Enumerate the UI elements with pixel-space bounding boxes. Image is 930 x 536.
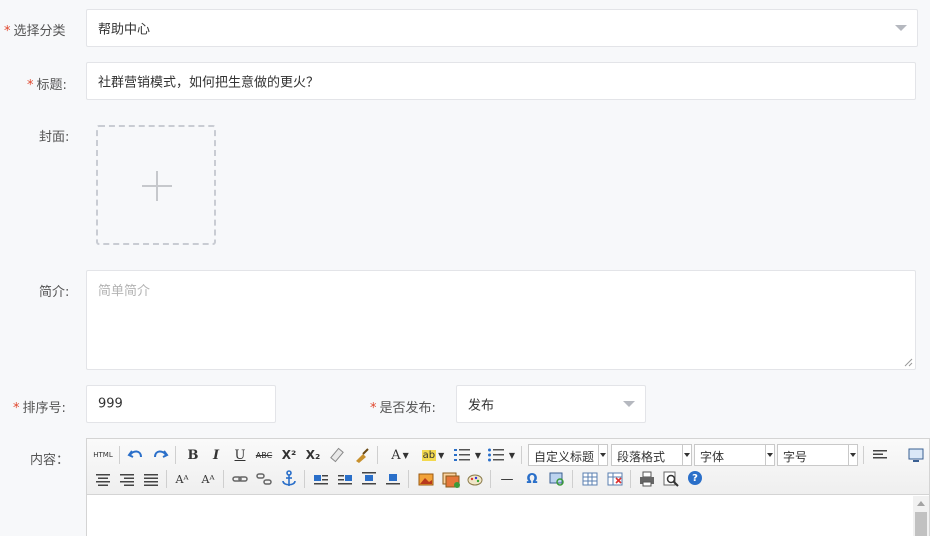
- chevron-down-icon: [598, 445, 607, 465]
- help-icon[interactable]: ?: [688, 471, 702, 485]
- strikethrough-button[interactable]: ABC: [254, 445, 274, 465]
- fullscreen-icon[interactable]: [907, 445, 925, 465]
- scrollbar-thumb[interactable]: [915, 512, 927, 536]
- title-input-value: 社群营销模式，如何把生意做的更火？: [98, 75, 320, 91]
- eraser-icon[interactable]: [329, 445, 347, 465]
- intro-placeholder: 简单简介: [98, 284, 151, 299]
- search-replace-icon[interactable]: [548, 469, 566, 489]
- paragraph-format-select[interactable]: 段落格式: [611, 444, 692, 466]
- underline-button[interactable]: U: [232, 445, 248, 465]
- chevron-down-icon: [765, 445, 774, 465]
- toolbar-separator: [490, 470, 491, 488]
- toolbar-separator: [863, 446, 864, 464]
- italic-button[interactable]: I: [208, 445, 224, 465]
- link-icon[interactable]: [231, 469, 249, 489]
- plus-icon-vertical: [156, 171, 158, 201]
- intro-label: 简介:: [39, 285, 70, 300]
- chevron-down-icon: [848, 445, 857, 465]
- chevron-down-icon: [623, 401, 635, 407]
- intro-textarea[interactable]: 简单简介: [86, 270, 916, 370]
- publish-label: * 是否发布:: [370, 401, 436, 416]
- title-input[interactable]: 社群营销模式，如何把生意做的更火？: [86, 62, 916, 100]
- sort-input[interactable]: 999: [86, 385, 276, 423]
- toolbar-separator: [630, 470, 631, 488]
- ordered-list-icon[interactable]: [453, 445, 471, 465]
- ordered-list-dropdown-icon[interactable]: ▼: [474, 445, 482, 465]
- publish-select[interactable]: 发布: [456, 385, 646, 423]
- subscript-button[interactable]: X₂: [304, 445, 322, 465]
- toolbar-separator: [521, 446, 522, 464]
- custom-title-select[interactable]: 自定义标题: [528, 444, 608, 466]
- editor-toolbar: HTML B I U ABC X² X₂ A ▼ ab ▼ ▼ ▼ 自定义标题 段落…: [87, 439, 929, 495]
- required-mark: *: [27, 78, 34, 93]
- toolbar-separator: [572, 470, 573, 488]
- required-mark: *: [370, 401, 377, 416]
- align-full-icon[interactable]: [142, 469, 160, 489]
- scroll-up-icon[interactable]: [917, 501, 925, 506]
- text-direction-ltr-button[interactable]: Aᴬ: [173, 469, 191, 489]
- unordered-list-icon[interactable]: [487, 445, 505, 465]
- insert-table-icon[interactable]: [581, 469, 599, 489]
- toolbar-separator: [408, 470, 409, 488]
- html-source-button[interactable]: HTML: [91, 445, 115, 465]
- image-center-icon[interactable]: [384, 469, 402, 489]
- cover-label: 封面:: [39, 130, 70, 145]
- toolbar-separator: [166, 470, 167, 488]
- font-color-button[interactable]: A ▼: [387, 445, 413, 465]
- publish-select-value: 发布: [468, 398, 495, 414]
- resize-handle-icon[interactable]: [903, 357, 913, 367]
- anchor-icon[interactable]: [280, 469, 298, 489]
- required-mark: *: [4, 24, 11, 39]
- font-family-select[interactable]: 字体: [694, 444, 775, 466]
- delete-table-icon[interactable]: [606, 469, 624, 489]
- undo-icon[interactable]: [127, 445, 145, 465]
- category-select[interactable]: 帮助中心: [86, 9, 918, 47]
- category-select-value: 帮助中心: [98, 22, 151, 38]
- redo-icon[interactable]: [151, 445, 169, 465]
- print-icon[interactable]: [638, 469, 656, 489]
- format-painter-icon[interactable]: [353, 445, 371, 465]
- align-right-icon[interactable]: [118, 469, 136, 489]
- content-label: 内容：: [30, 453, 70, 468]
- chevron-down-icon: [682, 445, 691, 465]
- rich-text-editor[interactable]: HTML B I U ABC X² X₂ A ▼ ab ▼ ▼ ▼ 自定义标题 段落…: [86, 438, 930, 536]
- editor-scrollbar[interactable]: [913, 496, 929, 536]
- horizontal-rule-button[interactable]: —: [498, 469, 516, 489]
- toolbar-separator: [304, 470, 305, 488]
- highlight-color-button[interactable]: ab ▼: [419, 445, 447, 465]
- bold-button[interactable]: B: [185, 445, 201, 465]
- toolbar-separator: [377, 446, 378, 464]
- scrawl-icon[interactable]: [466, 469, 484, 489]
- toolbar-separator: [223, 470, 224, 488]
- chevron-down-icon: [895, 25, 907, 31]
- multi-image-icon[interactable]: [441, 469, 461, 489]
- image-none-icon[interactable]: [360, 469, 378, 489]
- required-mark: *: [13, 401, 20, 416]
- unlink-icon[interactable]: [255, 469, 273, 489]
- align-justify-icon[interactable]: [871, 445, 889, 465]
- superscript-button[interactable]: X²: [280, 445, 298, 465]
- special-char-button[interactable]: Ω: [523, 469, 541, 489]
- text-direction-rtl-button[interactable]: Aᴬ: [199, 469, 217, 489]
- sort-label: * 排序号:: [13, 401, 66, 416]
- image-float-right-icon[interactable]: [336, 469, 354, 489]
- unordered-list-dropdown-icon[interactable]: ▼: [508, 445, 516, 465]
- insert-image-icon[interactable]: [417, 469, 435, 489]
- toolbar-separator: [175, 446, 176, 464]
- cover-upload-box[interactable]: [96, 125, 216, 245]
- title-label: * 标题:: [27, 78, 67, 93]
- align-center-icon[interactable]: [94, 469, 112, 489]
- preview-icon[interactable]: [662, 469, 680, 489]
- toolbar-separator: [119, 446, 120, 464]
- sort-input-value: 999: [98, 396, 123, 412]
- image-float-left-icon[interactable]: [312, 469, 330, 489]
- category-label: * 选择分类: [4, 24, 66, 39]
- font-size-select[interactable]: 字号: [777, 444, 858, 466]
